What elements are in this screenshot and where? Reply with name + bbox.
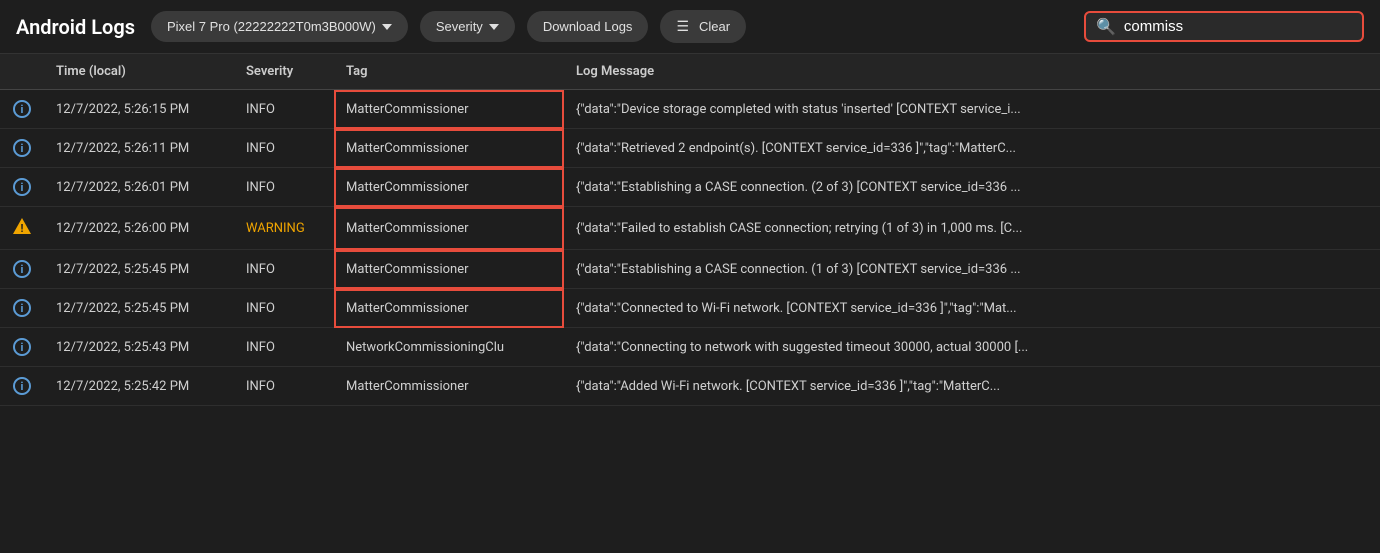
row-message: {"data":"Device storage completed with s…: [564, 90, 1380, 129]
row-message: {"data":"Added Wi-Fi network. [CONTEXT s…: [564, 367, 1380, 406]
row-time: 12/7/2022, 5:25:45 PM: [44, 250, 234, 289]
severity-label: Severity: [436, 19, 483, 34]
info-icon: i: [13, 377, 31, 395]
row-time: 12/7/2022, 5:25:45 PM: [44, 289, 234, 328]
row-tag: MatterCommissioner: [334, 168, 564, 207]
table-row[interactable]: ! 12/7/2022, 5:26:00 PMWARNINGMatterCommi…: [0, 207, 1380, 250]
device-selector[interactable]: Pixel 7 Pro (22222222T0m3B000W): [151, 11, 408, 42]
table-header-row: Time (local) Severity Tag Log Message: [0, 54, 1380, 90]
search-icon: 🔍: [1096, 17, 1116, 36]
chevron-down-icon: [382, 24, 392, 30]
table-row[interactable]: i 12/7/2022, 5:25:45 PMINFOMatterCommissi…: [0, 289, 1380, 328]
row-time: 12/7/2022, 5:25:43 PM: [44, 328, 234, 367]
row-tag: MatterCommissioner: [334, 129, 564, 168]
info-icon: i: [13, 299, 31, 317]
table-row[interactable]: i 12/7/2022, 5:25:43 PMINFONetworkCommiss…: [0, 328, 1380, 367]
table-row[interactable]: i 12/7/2022, 5:26:01 PMINFOMatterCommissi…: [0, 168, 1380, 207]
download-label: Download Logs: [543, 19, 633, 34]
search-box: 🔍: [1084, 11, 1364, 42]
row-severity: INFO: [234, 168, 334, 207]
row-time: 12/7/2022, 5:26:15 PM: [44, 90, 234, 129]
info-icon: i: [13, 100, 31, 118]
row-icon: !: [0, 207, 44, 250]
table-row[interactable]: i 12/7/2022, 5:26:15 PMINFOMatterCommissi…: [0, 90, 1380, 129]
row-message: {"data":"Establishing a CASE connection.…: [564, 168, 1380, 207]
row-message: {"data":"Establishing a CASE connection.…: [564, 250, 1380, 289]
device-label: Pixel 7 Pro (22222222T0m3B000W): [167, 19, 376, 34]
row-icon: i: [0, 168, 44, 207]
row-tag: MatterCommissioner: [334, 250, 564, 289]
clear-icon: ☰: [676, 18, 689, 35]
col-header-tag: Tag: [334, 54, 564, 90]
row-icon: i: [0, 328, 44, 367]
col-header-time: Time (local): [44, 54, 234, 90]
row-message: {"data":"Connected to Wi-Fi network. [CO…: [564, 289, 1380, 328]
row-icon: i: [0, 90, 44, 129]
row-message: {"data":"Retrieved 2 endpoint(s). [CONTE…: [564, 129, 1380, 168]
info-icon: i: [13, 139, 31, 157]
table-row[interactable]: i 12/7/2022, 5:25:42 PMINFOMatterCommissi…: [0, 367, 1380, 406]
row-time: 12/7/2022, 5:26:00 PM: [44, 207, 234, 250]
row-time: 12/7/2022, 5:26:11 PM: [44, 129, 234, 168]
row-icon: i: [0, 289, 44, 328]
info-icon: i: [13, 338, 31, 356]
warning-icon: !: [12, 217, 32, 235]
row-icon: i: [0, 129, 44, 168]
row-tag: MatterCommissioner: [334, 367, 564, 406]
info-icon: i: [13, 178, 31, 196]
row-message: {"data":"Failed to establish CASE connec…: [564, 207, 1380, 250]
col-header-severity: Severity: [234, 54, 334, 90]
row-severity: INFO: [234, 367, 334, 406]
row-tag: MatterCommissioner: [334, 289, 564, 328]
row-icon: i: [0, 250, 44, 289]
row-severity: INFO: [234, 328, 334, 367]
log-table: Time (local) Severity Tag Log Message i1…: [0, 54, 1380, 406]
row-time: 12/7/2022, 5:26:01 PM: [44, 168, 234, 207]
table-row[interactable]: i 12/7/2022, 5:26:11 PMINFOMatterCommissi…: [0, 129, 1380, 168]
clear-label: Clear: [699, 19, 730, 34]
row-severity: WARNING: [234, 207, 334, 250]
download-logs-button[interactable]: Download Logs: [527, 11, 649, 42]
row-severity: INFO: [234, 289, 334, 328]
row-tag: MatterCommissioner: [334, 207, 564, 250]
info-icon: i: [13, 260, 31, 278]
row-severity: INFO: [234, 129, 334, 168]
table-row[interactable]: i 12/7/2022, 5:25:45 PMINFOMatterCommissi…: [0, 250, 1380, 289]
row-tag: NetworkCommissioningClu: [334, 328, 564, 367]
app-header: Android Logs Pixel 7 Pro (22222222T0m3B0…: [0, 0, 1380, 54]
chevron-down-icon: [489, 24, 499, 30]
row-message: {"data":"Connecting to network with sugg…: [564, 328, 1380, 367]
row-tag: MatterCommissioner: [334, 90, 564, 129]
clear-button[interactable]: ☰ Clear: [660, 10, 746, 43]
app-title: Android Logs: [16, 15, 135, 39]
row-severity: INFO: [234, 250, 334, 289]
col-header-message: Log Message: [564, 54, 1380, 90]
row-icon: i: [0, 367, 44, 406]
row-severity: INFO: [234, 90, 334, 129]
col-header-icon: [0, 54, 44, 90]
svg-text:!: !: [21, 222, 24, 235]
search-input[interactable]: [1124, 18, 1324, 35]
row-time: 12/7/2022, 5:25:42 PM: [44, 367, 234, 406]
severity-filter[interactable]: Severity: [420, 11, 515, 42]
